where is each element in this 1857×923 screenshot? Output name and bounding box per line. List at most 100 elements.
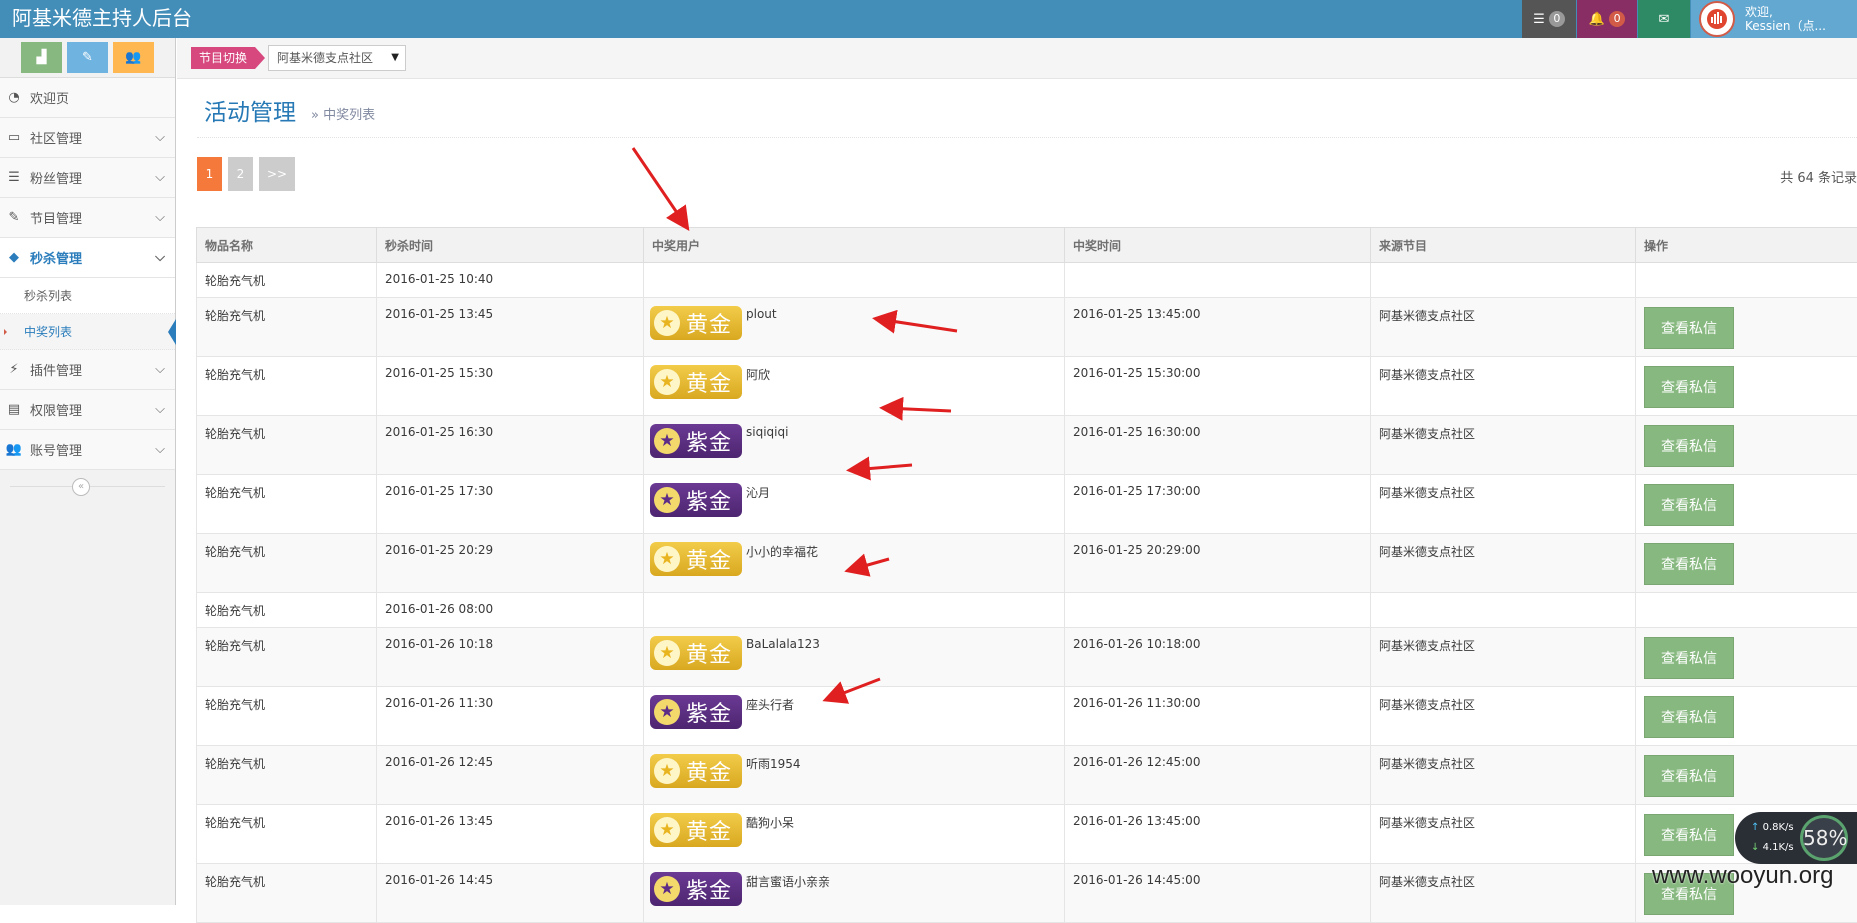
star-icon: ★ xyxy=(654,699,680,725)
winner-user: ★黄金 plout xyxy=(650,307,1056,340)
item-name-cell: 轮胎充气机 xyxy=(197,628,377,687)
sidebar-item-plugins[interactable]: ⚡ 插件管理 ⌵ xyxy=(0,350,175,390)
table-row: 轮胎充气机2016-01-26 13:45★黄金酷狗小呆2016-01-26 1… xyxy=(197,805,1857,864)
users-icon: 👥 xyxy=(0,442,28,457)
source-program-cell: 阿基米德支点社区 xyxy=(1371,805,1636,864)
action-cell: 查看私信 xyxy=(1636,746,1857,805)
sidebar-item-accounts[interactable]: 👥 账号管理 ⌵ xyxy=(0,430,175,470)
vip-level: 黄金 xyxy=(686,755,732,787)
flash-time-cell: 2016-01-26 13:45 xyxy=(377,805,644,864)
vip-badge: ★紫金 xyxy=(650,695,742,729)
users-icon: 👥 xyxy=(125,50,141,65)
table-row: 轮胎充气机2016-01-25 16:30★紫金siqiqiqi2016-01-… xyxy=(197,416,1857,475)
tasks-icon: ☰ xyxy=(1533,12,1545,27)
winner-cell: ★黄金BaLalala123 xyxy=(644,628,1065,687)
table-row: 轮胎充气机2016-01-26 11:30★紫金座头行者2016-01-26 1… xyxy=(197,687,1857,746)
column-header: 中奖用户 xyxy=(644,228,1065,263)
table-row: 轮胎充气机2016-01-25 13:45★黄金plout2016-01-25 … xyxy=(197,298,1857,357)
sidebar-item-programs[interactable]: ✎ 节目管理 ⌵ xyxy=(0,198,175,238)
sidebar-collapse-button[interactable]: « xyxy=(72,478,90,496)
shortcut-users-button[interactable]: 👥 xyxy=(113,42,154,73)
sidebar-subitem-flash-list[interactable]: 秒杀列表 xyxy=(0,278,175,314)
program-select[interactable]: 阿基米德支点社区 ▼ xyxy=(268,45,406,71)
win-time-cell: 2016-01-26 12:45:00 xyxy=(1065,746,1371,805)
winner-cell: ★黄金 plout xyxy=(644,298,1065,357)
view-messages-button[interactable]: 查看私信 xyxy=(1644,484,1734,526)
sidebar-item-label: 社区管理 xyxy=(30,128,82,147)
winner-username: 座头行者 xyxy=(746,696,794,713)
sidebar-collapse-row: « xyxy=(0,470,175,504)
vip-level: 紫金 xyxy=(686,696,732,728)
pagination: 1 2 >> xyxy=(197,157,295,191)
tasks-badge: 0 xyxy=(1549,11,1565,27)
vip-level: 黄金 xyxy=(686,637,732,669)
sidebar: ▟ ✎ 👥 ◔ 欢迎页 ▭ 社区管理 ⌵ ☰ 粉丝管理 ⌵ ✎ 节目管理 ⌵ ◆… xyxy=(0,38,176,905)
sidebar-item-welcome[interactable]: ◔ 欢迎页 xyxy=(0,78,175,118)
winner-username: siqiqiqi xyxy=(746,425,788,439)
caret-down-icon: ▼ xyxy=(391,46,399,70)
star-icon: ★ xyxy=(654,428,680,454)
vip-badge: ★紫金 xyxy=(650,483,742,517)
view-messages-button[interactable]: 查看私信 xyxy=(1644,814,1734,856)
vip-level: 黄金 xyxy=(686,307,732,339)
source-program-cell: 阿基米德支点社区 xyxy=(1371,416,1636,475)
star-icon: ★ xyxy=(654,487,680,513)
double-chevron-right-icon: » xyxy=(311,108,319,123)
vip-level: 紫金 xyxy=(686,873,732,905)
sidebar-subitem-label: 秒杀列表 xyxy=(24,287,72,304)
view-messages-button[interactable]: 查看私信 xyxy=(1644,307,1734,349)
winner-cell: ★紫金siqiqiqi xyxy=(644,416,1065,475)
list-icon: ☰ xyxy=(0,170,28,185)
win-time-cell: 2016-01-26 14:45:00 xyxy=(1065,864,1371,923)
sidebar-item-label: 粉丝管理 xyxy=(30,168,82,187)
page-2-button[interactable]: 2 xyxy=(228,157,253,191)
sidebar-item-label: 权限管理 xyxy=(30,400,82,419)
win-time-cell xyxy=(1065,263,1371,298)
shortcut-stats-button[interactable]: ▟ xyxy=(21,42,62,73)
sidebar-subitem-label: 中奖列表 xyxy=(24,323,72,340)
action-cell: 查看私信 xyxy=(1636,357,1857,416)
notifications-button[interactable]: 🔔 0 xyxy=(1577,0,1637,38)
item-name-cell: 轮胎充气机 xyxy=(197,357,377,416)
win-time-cell: 2016-01-25 15:30:00 xyxy=(1065,357,1371,416)
win-time-cell: 2016-01-25 13:45:00 xyxy=(1065,298,1371,357)
view-messages-button[interactable]: 查看私信 xyxy=(1644,696,1734,738)
winner-user: ★紫金siqiqiqi xyxy=(650,425,1056,458)
view-messages-button[interactable]: 查看私信 xyxy=(1644,543,1734,585)
view-messages-button[interactable]: 查看私信 xyxy=(1644,425,1734,467)
program-select-value: 阿基米德支点社区 xyxy=(277,51,373,65)
winner-username: plout xyxy=(746,307,777,321)
shortcut-edit-button[interactable]: ✎ xyxy=(67,42,108,73)
win-time-cell: 2016-01-26 11:30:00 xyxy=(1065,687,1371,746)
page-1-button[interactable]: 1 xyxy=(197,157,222,191)
sidebar-item-permissions[interactable]: ▤ 权限管理 ⌵ xyxy=(0,390,175,430)
app-title[interactable]: 阿基米德主持人后台 xyxy=(12,4,192,32)
table-row: 轮胎充气机2016-01-25 10:40 xyxy=(197,263,1857,298)
user-menu[interactable]: 欢迎, Kessien（点... xyxy=(1691,0,1857,38)
source-program-cell: 阿基米德支点社区 xyxy=(1371,687,1636,746)
item-name-cell: 轮胎充气机 xyxy=(197,298,377,357)
sidebar-item-label: 欢迎页 xyxy=(30,88,69,107)
flash-time-cell: 2016-01-25 17:30 xyxy=(377,475,644,534)
sidebar-subitem-winners-list[interactable]: 中奖列表 xyxy=(0,314,175,350)
flash-time-cell: 2016-01-25 15:30 xyxy=(377,357,644,416)
sidebar-item-fans[interactable]: ☰ 粉丝管理 ⌵ xyxy=(0,158,175,198)
tasks-button[interactable]: ☰ 0 xyxy=(1522,0,1576,38)
messages-button[interactable]: ✉ xyxy=(1638,0,1690,38)
view-messages-button[interactable]: 查看私信 xyxy=(1644,366,1734,408)
star-icon: ★ xyxy=(654,310,680,336)
view-messages-button[interactable]: 查看私信 xyxy=(1644,637,1734,679)
view-messages-button[interactable]: 查看私信 xyxy=(1644,755,1734,797)
source-program-cell: 阿基米德支点社区 xyxy=(1371,628,1636,687)
next-page-button[interactable]: >> xyxy=(259,157,295,191)
sidebar-item-flash-sale[interactable]: ◆ 秒杀管理 ⌵ xyxy=(0,238,175,278)
winner-user: ★黄金小小的幸福花 xyxy=(650,543,1056,576)
sidebar-item-community[interactable]: ▭ 社区管理 ⌵ xyxy=(0,118,175,158)
table-row: 轮胎充气机2016-01-26 12:45★黄金听雨19542016-01-26… xyxy=(197,746,1857,805)
action-cell xyxy=(1636,263,1857,298)
win-time-cell: 2016-01-25 16:30:00 xyxy=(1065,416,1371,475)
winner-user: ★紫金沁月 xyxy=(650,484,1056,517)
vip-badge: ★黄金 xyxy=(650,636,742,670)
winner-cell: ★紫金座头行者 xyxy=(644,687,1065,746)
winner-username: 甜言蜜语小亲亲 xyxy=(746,873,830,890)
